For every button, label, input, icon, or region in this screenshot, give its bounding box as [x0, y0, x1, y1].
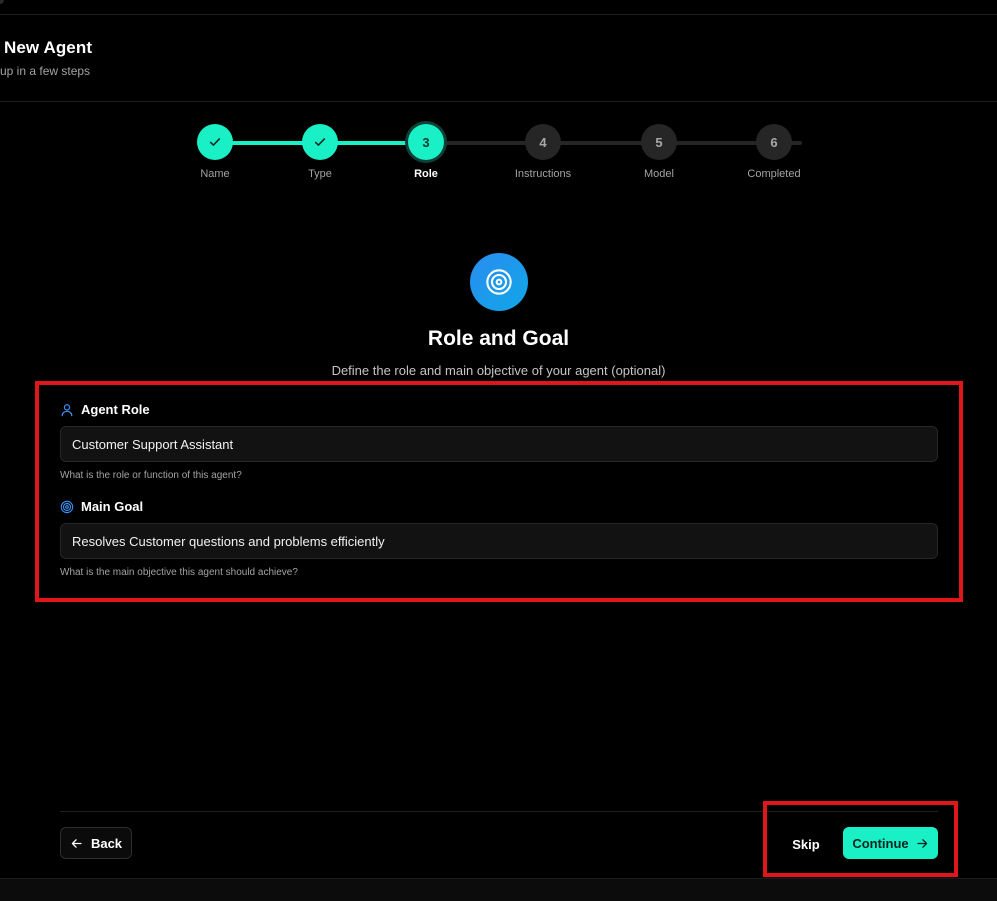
arrow-left-icon: [71, 838, 82, 848]
role-goal-hero-icon: [470, 253, 528, 311]
stepper-track-pending: [426, 141, 802, 145]
step-completed[interactable]: 6: [756, 124, 792, 160]
step-label-name: Name: [200, 168, 230, 180]
target-icon: [486, 269, 512, 295]
check-icon: [314, 138, 326, 146]
back-button-label: Back: [90, 835, 123, 851]
section-title: Role and Goal: [427, 327, 570, 350]
step-model[interactable]: 5: [641, 124, 677, 160]
actions-highlight-box: [763, 801, 958, 877]
step-label-role: Role: [414, 168, 438, 180]
form-highlight-box: [35, 381, 963, 602]
step-instructions[interactable]: 4: [525, 124, 561, 160]
step-label-completed: Completed: [747, 168, 801, 180]
step-label-model: Model: [644, 168, 674, 180]
bottom-bar: [0, 878, 997, 901]
step-type[interactable]: [302, 124, 338, 160]
step-label-instructions: Instructions: [514, 168, 572, 180]
step-label-type: Type: [308, 168, 332, 180]
check-icon: [209, 138, 221, 146]
step-role[interactable]: 3: [408, 124, 444, 160]
back-button[interactable]: Back: [60, 827, 132, 859]
new-agent-wizard: New Agent up in a few steps Name Type 3 …: [0, 0, 997, 901]
section-description: Define the role and main objective of yo…: [331, 363, 666, 378]
step-number: 5: [655, 134, 663, 150]
step-number: 4: [539, 134, 547, 150]
step-number: 6: [770, 134, 778, 150]
step-number: 3: [422, 134, 430, 150]
step-name[interactable]: [197, 124, 233, 160]
progress-stepper: Name Type 3 Role 4 Instructions 5 Model …: [0, 0, 997, 200]
